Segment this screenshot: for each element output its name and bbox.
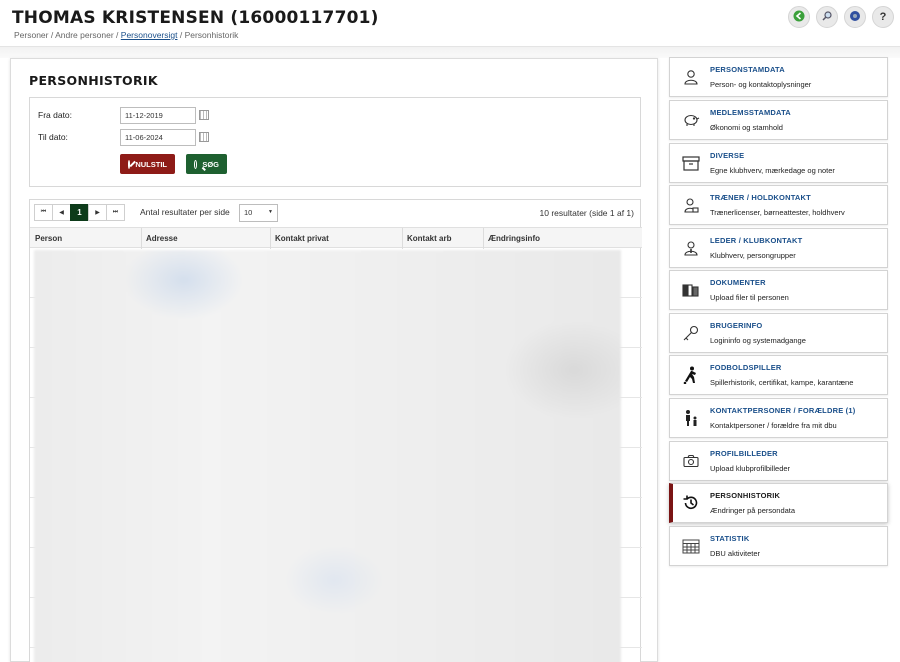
menu-item-title: STATISTIK — [710, 534, 750, 543]
next-page-button[interactable]: ▶ — [88, 204, 107, 221]
page-header: THOMAS KRISTENSEN (16000117701) Personer… — [0, 0, 900, 46]
parent-child-icon — [682, 409, 700, 427]
history-icon — [682, 494, 700, 512]
menu-item-title: BRUGERINFO — [710, 321, 763, 330]
search-submit-button[interactable]: SØG — [186, 154, 227, 174]
column-header-aendringsinfo[interactable]: Ændringsinfo — [488, 234, 540, 243]
column-divider — [270, 228, 271, 249]
menu-item-subtitle: Kontaktpersoner / forældre fra mit dbu — [710, 421, 837, 430]
menu-item-brugerinfo[interactable]: BRUGERINFO Logininfo og systemadgange — [669, 313, 888, 353]
reset-button-label: NULSTIL — [135, 159, 167, 169]
reset-button[interactable]: NULSTIL — [120, 154, 175, 174]
menu-item-traener-holdkontakt[interactable]: TRÆNER / HOLDKONTAKT Trænerlicenser, bør… — [669, 185, 888, 225]
piggy-bank-icon — [682, 111, 700, 129]
menu-item-personstamdata[interactable]: PERSONSTAMDATA Person- og kontaktoplysni… — [669, 57, 888, 97]
menu-item-diverse[interactable]: DIVERSE Egne klubhverv, mærkedage og not… — [669, 143, 888, 183]
from-date-input[interactable] — [120, 107, 196, 124]
camera-icon — [682, 452, 700, 470]
magnifier-icon — [821, 10, 833, 25]
back-button[interactable] — [788, 6, 810, 28]
breadcrumb-link-personoversigt[interactable]: Personoversigt — [121, 30, 178, 40]
column-divider — [141, 228, 142, 249]
table-header: Person Adresse Kontakt privat Kontakt ar… — [30, 227, 642, 249]
column-header-adresse[interactable]: Adresse — [146, 234, 178, 243]
support-button[interactable] — [844, 6, 866, 28]
menu-item-title: MEDLEMSSTAMDATA — [710, 108, 791, 117]
menu-item-statistik[interactable]: STATISTIK DBU aktiviteter — [669, 526, 888, 566]
search-button-label: SØG — [202, 159, 219, 169]
menu-item-subtitle: Klubhverv, persongrupper — [710, 251, 796, 260]
menu-item-title: PERSONHISTORIK — [710, 491, 781, 500]
per-page-value: 10 — [244, 208, 253, 217]
person-icon — [682, 68, 700, 86]
to-date-input[interactable] — [120, 129, 196, 146]
first-page-button[interactable]: ⏮ — [34, 204, 53, 221]
calendar-icon — [682, 537, 700, 555]
column-divider — [483, 228, 484, 249]
search-button[interactable] — [816, 6, 838, 28]
menu-item-personhistorik[interactable]: PERSONHISTORIK Ændringer på persondata — [669, 483, 888, 523]
panel-title: PERSONHISTORIK — [29, 73, 158, 88]
help-button[interactable]: ? — [872, 6, 894, 28]
per-page-select[interactable]: 10 — [239, 204, 278, 222]
menu-item-title: PROFILBILLEDER — [710, 449, 778, 458]
question-mark-icon: ? — [879, 11, 887, 23]
last-page-button[interactable]: ⏭ — [106, 204, 125, 221]
binders-icon — [682, 281, 700, 299]
result-count: 10 resultater (side 1 af 1) — [539, 208, 635, 218]
redacted-content — [34, 250, 621, 662]
pager: ⏮ ◀ 1 ▶ ⏭ — [34, 204, 125, 221]
calendar-icon[interactable] — [199, 110, 209, 120]
current-page-button[interactable]: 1 — [70, 204, 89, 221]
column-header-person[interactable]: Person — [35, 234, 62, 243]
calendar-icon[interactable] — [199, 132, 209, 142]
page-title: THOMAS KRISTENSEN (16000117701) — [12, 8, 379, 28]
per-page-label: Antal resultater per side — [140, 207, 230, 217]
from-date-label: Fra dato: — [38, 110, 73, 120]
menu-item-medlemsstamdata[interactable]: MEDLEMSSTAMDATA Økonomi og stamhold — [669, 100, 888, 140]
menu-item-dokumenter[interactable]: DOKUMENTER Upload filer til personen — [669, 270, 888, 310]
menu-item-fodboldspiller[interactable]: FODBOLDSPILLER Spillerhistorik, certifik… — [669, 355, 888, 395]
menu-item-subtitle: Upload filer til personen — [710, 293, 789, 302]
coach-icon — [682, 196, 700, 214]
menu-item-title: KONTAKTPERSONER / FORÆLDRE (1) — [710, 406, 856, 415]
menu-item-title: LEDER / KLUBKONTAKT — [710, 236, 803, 245]
leader-icon — [682, 239, 700, 257]
key-icon — [682, 324, 700, 342]
menu-item-subtitle: Ændringer på persondata — [710, 506, 796, 515]
menu-item-subtitle: Trænerlicenser, børneattester, holdhverv — [710, 208, 845, 217]
menu-item-subtitle: Logininfo og systemadgange — [710, 336, 806, 345]
column-header-kontakt-arb[interactable]: Kontakt arb — [407, 234, 451, 243]
breadcrumb-end: / Personhistorik — [177, 30, 239, 40]
menu-item-subtitle: Spillerhistorik, certifikat, kampe, kara… — [710, 378, 854, 387]
date-filter-box: Fra dato: Til dato: NULSTIL SØG — [29, 97, 641, 187]
person-history-panel: PERSONHISTORIK Fra dato: Til dato: NULST… — [10, 58, 658, 662]
menu-item-kontaktpersoner[interactable]: KONTAKTPERSONER / FORÆLDRE (1) Kontaktpe… — [669, 398, 888, 438]
prev-page-button[interactable]: ◀ — [52, 204, 71, 221]
menu-item-leder-klubkontakt[interactable]: LEDER / KLUBKONTAKT Klubhverv, persongru… — [669, 228, 888, 268]
menu-item-title: DIVERSE — [710, 151, 745, 160]
search-icon — [194, 159, 198, 169]
football-player-icon — [682, 366, 700, 384]
menu-item-profilbilleder[interactable]: PROFILBILLEDER Upload klubprofilbilleder — [669, 441, 888, 481]
breadcrumb: Personer / Andre personer / Personoversi… — [14, 30, 238, 40]
back-arrow-icon — [793, 10, 805, 25]
reset-icon — [128, 159, 131, 169]
column-header-kontakt-privat[interactable]: Kontakt privat — [275, 234, 329, 243]
menu-item-title: TRÆNER / HOLDKONTAKT — [710, 193, 811, 202]
column-divider — [402, 228, 403, 249]
menu-item-title: DOKUMENTER — [710, 278, 766, 287]
history-grid: ⏮ ◀ 1 ▶ ⏭ Antal resultater per side 10 1… — [29, 199, 642, 662]
menu-item-subtitle: Person- og kontaktoplysninger — [710, 80, 812, 89]
to-date-label: Til dato: — [38, 132, 68, 142]
menu-item-title: FODBOLDSPILLER — [710, 363, 782, 372]
menu-item-subtitle: Økonomi og stamhold — [710, 123, 783, 132]
support-icon — [849, 10, 861, 25]
breadcrumb-start: Personer / Andre personer / — [14, 30, 121, 40]
menu-item-subtitle: DBU aktiviteter — [710, 549, 761, 558]
menu-item-subtitle: Upload klubprofilbilleder — [710, 464, 791, 473]
menu-item-title: PERSONSTAMDATA — [710, 65, 785, 74]
menu-item-subtitle: Egne klubhverv, mærkedage og noter — [710, 166, 835, 175]
archive-box-icon — [682, 154, 700, 172]
